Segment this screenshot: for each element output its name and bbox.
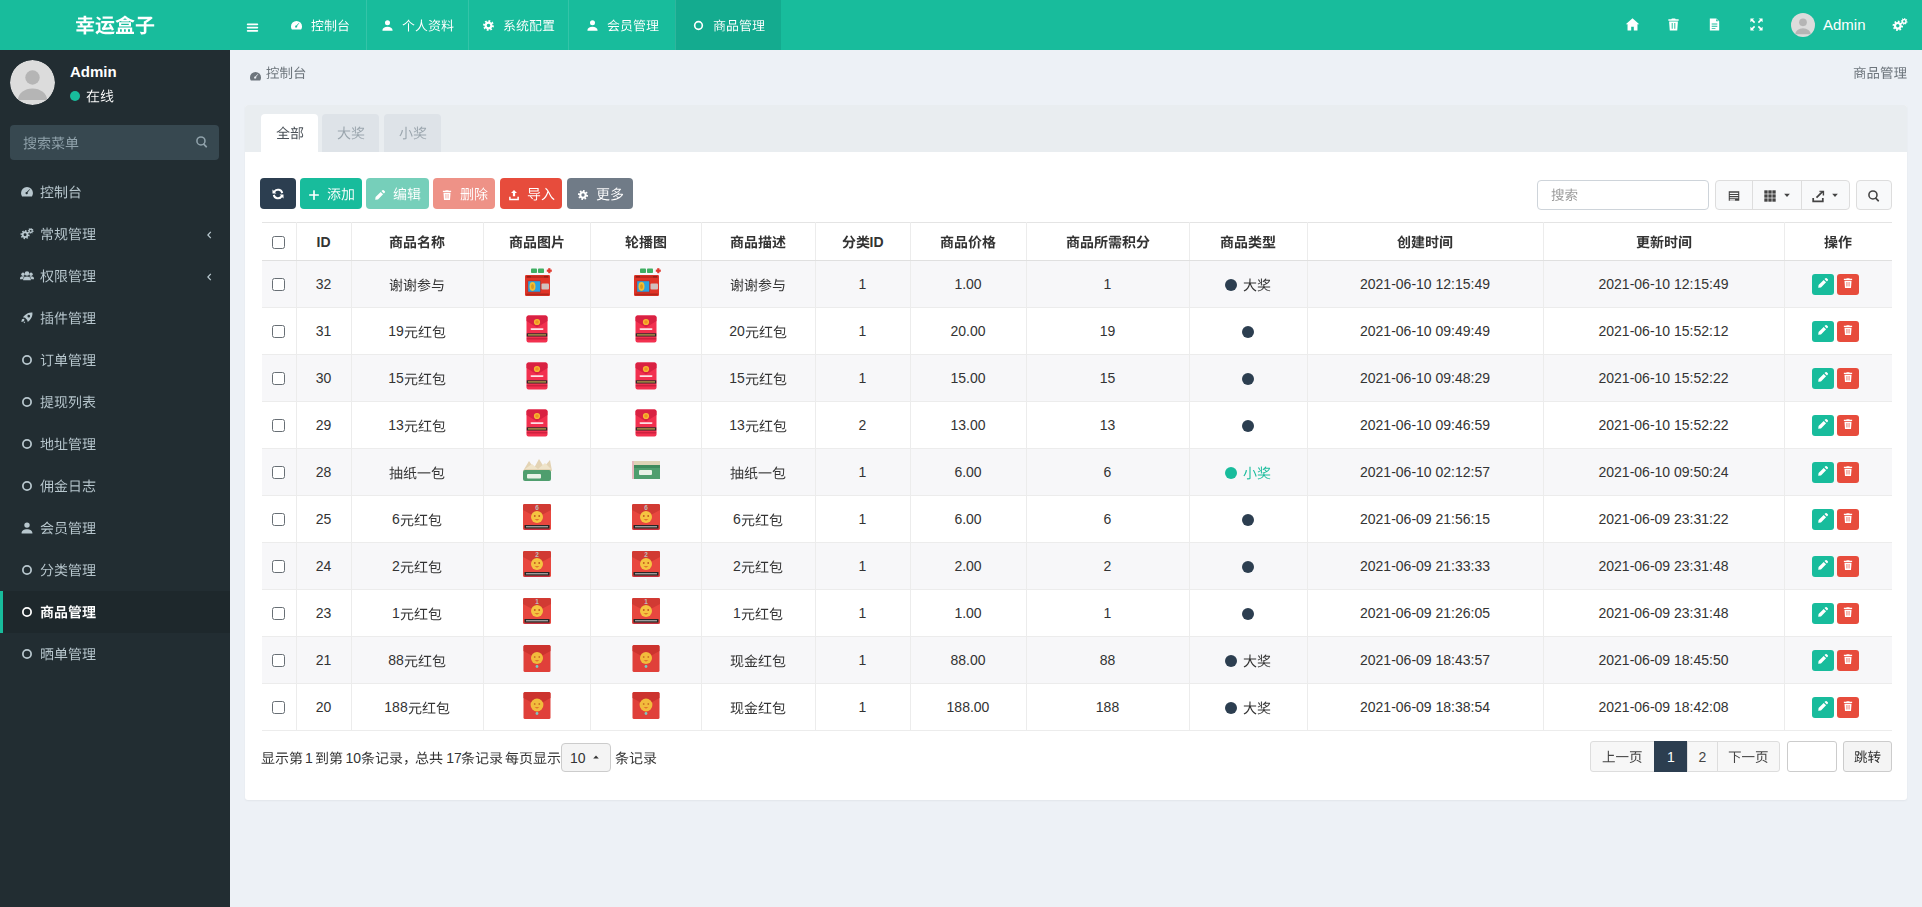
- svg-text:1: 1: [644, 598, 648, 605]
- svg-text:6: 6: [644, 504, 648, 511]
- svg-text:2: 2: [535, 551, 539, 558]
- svg-text:1: 1: [535, 598, 539, 605]
- svg-text:6: 6: [535, 504, 539, 511]
- svg-text:2: 2: [644, 551, 648, 558]
